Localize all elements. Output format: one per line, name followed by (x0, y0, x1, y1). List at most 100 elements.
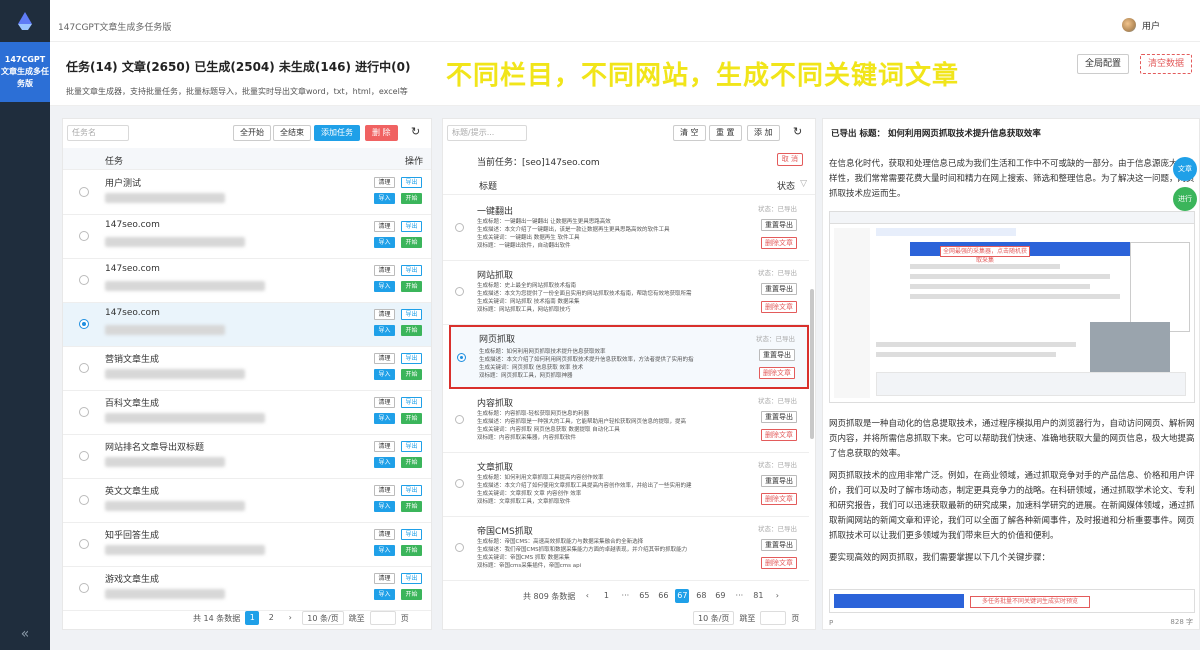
progress-fab[interactable]: 进行 (1173, 187, 1197, 211)
edit-button[interactable]: 清理 (374, 485, 395, 496)
task-row[interactable]: 用户测试 清理 导出 导入 开始 (63, 171, 431, 215)
export-button[interactable]: 导出 (401, 265, 422, 276)
article-fab[interactable]: 文章 (1173, 157, 1197, 181)
article-row[interactable]: 网站抓取 生成标题：史上最全的网站抓取技术指南 生成描述：本文为您提供了一份全面且实… (443, 261, 809, 325)
export-button[interactable]: 导出 (401, 441, 422, 452)
start-button[interactable]: 开始 (401, 237, 422, 248)
article-radio[interactable] (455, 415, 464, 424)
next-page-icon[interactable]: › (770, 589, 784, 603)
page-2[interactable]: 2 (264, 611, 278, 625)
task-row[interactable]: 英文文章生成 清理 导出 导入 开始 (63, 479, 431, 523)
article-row[interactable]: 网页抓取 生成标题：如何利用网页抓取技术提升信息获取效率 生成描述：本文介绍了如何利… (449, 325, 809, 389)
article-radio[interactable] (455, 287, 464, 296)
start-button[interactable]: 开始 (401, 369, 422, 380)
article-delete-button[interactable]: 删除文章 (761, 429, 797, 441)
edit-button[interactable]: 清理 (374, 221, 395, 232)
task-row[interactable]: 营销文章生成 清理 导出 导入 开始 (63, 347, 431, 391)
article-search-input[interactable]: 标题/提示... (447, 125, 527, 141)
page-ellipsis[interactable]: ··· (732, 589, 746, 603)
article-row[interactable]: 文章抓取 生成标题：如何利用文章抓取工具提高内容创作效率 生成描述：本文介绍了如何使… (443, 453, 809, 517)
user-menu[interactable]: 用户 (1121, 18, 1160, 32)
article-radio[interactable] (457, 353, 466, 362)
article-row[interactable]: 帝国CMS抓取 生成标题：帝国CMS：高速高效抓取能力与数据采集融合的全新选择 生成… (443, 517, 809, 581)
task-row[interactable]: 147seo.com 清理 导出 导入 开始 (63, 215, 431, 259)
collapse-icon[interactable]: « (0, 626, 50, 642)
page-1[interactable]: 1 (245, 611, 260, 625)
article-radio[interactable] (455, 223, 464, 232)
import-button[interactable]: 导入 (374, 325, 395, 336)
import-button[interactable]: 导入 (374, 237, 395, 248)
jump-input[interactable] (369, 611, 396, 625)
start-button[interactable]: 开始 (401, 325, 422, 336)
export-button[interactable]: 导出 (401, 221, 422, 232)
jump-input[interactable] (760, 611, 787, 625)
article-radio[interactable] (455, 543, 464, 552)
refresh-icon[interactable]: ↻ (793, 125, 802, 138)
task-radio[interactable] (79, 495, 89, 505)
import-button[interactable]: 导入 (374, 281, 395, 292)
task-radio[interactable] (79, 231, 89, 241)
clear-articles-button[interactable]: 清 空 (673, 125, 706, 141)
task-radio[interactable] (79, 319, 89, 329)
article-scrollbar[interactable] (810, 289, 814, 439)
import-button[interactable]: 导入 (374, 501, 395, 512)
article-export-button[interactable]: 重置导出 (761, 411, 797, 423)
import-button[interactable]: 导入 (374, 545, 395, 556)
edit-button[interactable]: 清理 (374, 309, 395, 320)
article-row[interactable]: 内容抓取 生成标题：内容抓取-轻松获取网页信息的利器 生成描述：内容抓取是一种强大的… (443, 389, 809, 453)
article-delete-button[interactable]: 删除文章 (761, 557, 797, 569)
task-row[interactable]: 网站排名文章导出双标题 清理 导出 导入 开始 (63, 435, 431, 479)
add-task-button[interactable]: 添加任务 (314, 125, 360, 141)
article-row[interactable]: 一键翻出 生成标题：一键翻出一键翻出 让数据再生更具思路高效 生成描述：本文介绍了一… (443, 197, 809, 261)
article-export-button[interactable]: 重置导出 (761, 219, 797, 231)
task-row[interactable]: 147seo.com 清理 导出 导入 开始 (63, 303, 431, 347)
article-export-button[interactable]: 重置导出 (761, 283, 797, 295)
page-ellipsis[interactable]: ··· (618, 589, 632, 603)
start-button[interactable]: 开始 (401, 545, 422, 556)
article-delete-button[interactable]: 删除文章 (761, 493, 797, 505)
prev-page-icon[interactable]: ‹ (580, 589, 594, 603)
edit-button[interactable]: 清理 (374, 573, 395, 584)
article-export-button[interactable]: 重置导出 (761, 539, 797, 551)
cancel-button[interactable]: 取 消 (776, 153, 803, 166)
export-button[interactable]: 导出 (401, 397, 422, 408)
article-delete-button[interactable]: 删除文章 (759, 367, 795, 379)
export-button[interactable]: 导出 (401, 309, 422, 320)
add-article-button[interactable]: 添 加 (747, 125, 780, 141)
article-radio[interactable] (455, 479, 464, 488)
edit-button[interactable]: 清理 (374, 177, 395, 188)
task-radio[interactable] (79, 407, 89, 417)
page-size-select[interactable]: 10 条/页 (302, 611, 344, 625)
start-button[interactable]: 开始 (401, 457, 422, 468)
article-delete-button[interactable]: 删除文章 (761, 301, 797, 313)
import-button[interactable]: 导入 (374, 457, 395, 468)
task-row[interactable]: 知乎回答生成 清理 导出 导入 开始 (63, 523, 431, 567)
reset-articles-button[interactable]: 重 置 (709, 125, 742, 141)
export-button[interactable]: 导出 (401, 177, 422, 188)
edit-button[interactable]: 清理 (374, 265, 395, 276)
article-export-button[interactable]: 重置导出 (761, 475, 797, 487)
task-row[interactable]: 147seo.com 清理 导出 导入 开始 (63, 259, 431, 303)
page-number[interactable]: 65 (637, 589, 651, 603)
task-radio[interactable] (79, 451, 89, 461)
next-page-icon[interactable]: › (283, 611, 297, 625)
edit-button[interactable]: 清理 (374, 529, 395, 540)
import-button[interactable]: 导入 (374, 413, 395, 424)
task-radio[interactable] (79, 539, 89, 549)
clear-data-button[interactable]: 清空数据 (1140, 54, 1193, 74)
refresh-icon[interactable]: ↻ (411, 125, 420, 138)
export-button[interactable]: 导出 (401, 353, 422, 364)
end-all-button[interactable]: 全结束 (273, 125, 311, 141)
page-number[interactable]: 68 (694, 589, 708, 603)
delete-task-button[interactable]: 删 除 (365, 125, 398, 141)
task-row[interactable]: 游戏文章生成 清理 导出 导入 开始 (63, 567, 431, 611)
article-delete-button[interactable]: 删除文章 (761, 237, 797, 249)
task-search-input[interactable]: 任务名 (67, 125, 129, 141)
page-number[interactable]: 1 (599, 589, 613, 603)
start-button[interactable]: 开始 (401, 501, 422, 512)
edit-button[interactable]: 清理 (374, 397, 395, 408)
filter-icon[interactable]: ▽ (800, 179, 807, 189)
page-number[interactable]: 69 (713, 589, 727, 603)
task-radio[interactable] (79, 583, 89, 593)
start-button[interactable]: 开始 (401, 281, 422, 292)
